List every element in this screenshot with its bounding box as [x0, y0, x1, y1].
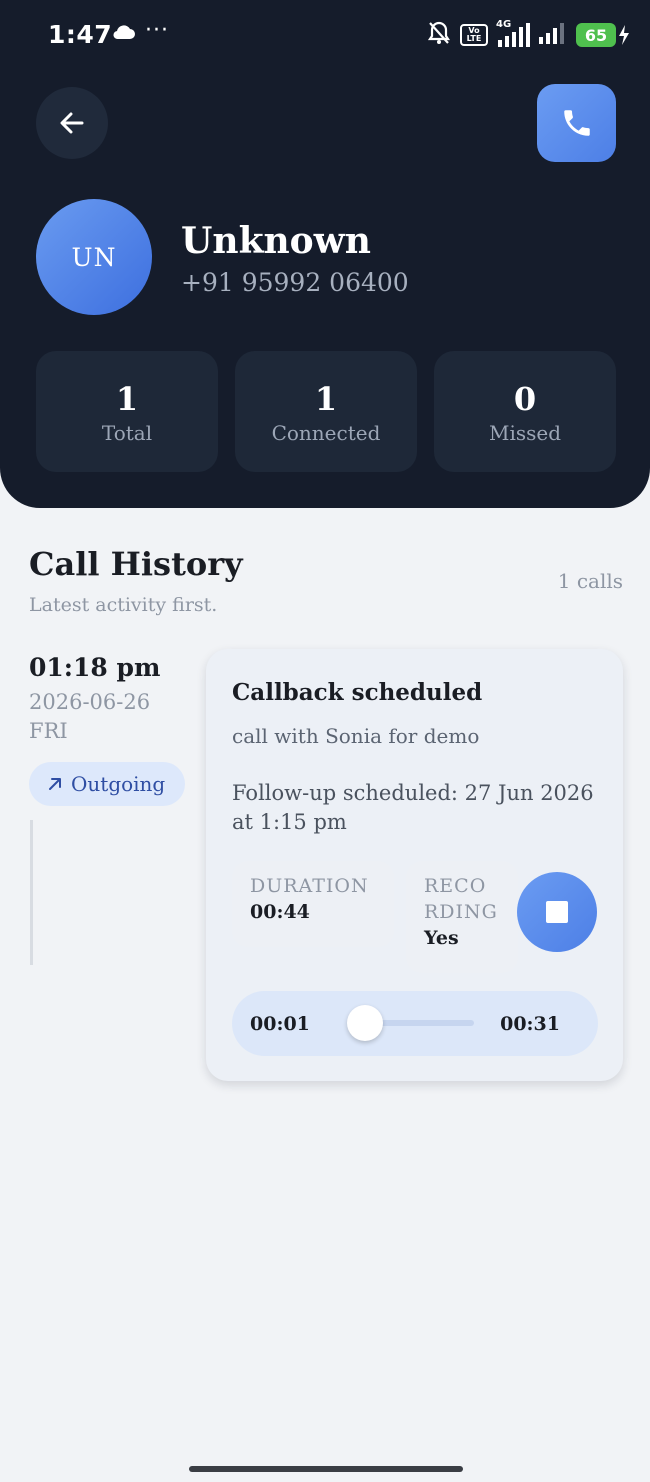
stat-missed: 0 Missed [434, 351, 616, 472]
status-bar: 1:47 ··· Vo LTE 4G 65 [0, 0, 650, 70]
battery-icon: 65 [576, 23, 630, 47]
direction-badge: Outgoing [29, 762, 185, 806]
followup-text: Follow-up scheduled: 27 Jun 2026 at 1:15… [232, 781, 594, 834]
recording-label-line1: RECO [424, 875, 487, 897]
timeline-line [30, 820, 33, 965]
stop-icon [546, 901, 568, 923]
player-current-time: 00:01 [250, 1013, 310, 1035]
audio-player: 00:01 00:31 [232, 991, 598, 1056]
stat-label: Connected [271, 421, 381, 445]
arrow-up-right-icon [49, 778, 61, 790]
call-button[interactable] [537, 84, 616, 162]
seek-thumb[interactable] [347, 1005, 384, 1041]
entry-day: FRI [29, 719, 68, 743]
direction-label: Outgoing [71, 772, 166, 796]
status-icons: Vo LTE 4G 65 [426, 19, 630, 50]
entry-date: 2026-06-26 [29, 690, 151, 714]
stat-value: 1 [115, 380, 139, 418]
stop-button[interactable] [517, 872, 597, 952]
volte-bottom: LTE [466, 34, 482, 43]
status-time: 1:47 [48, 20, 113, 49]
phone-icon [563, 110, 590, 136]
stat-label: Missed [488, 421, 562, 445]
stat-value: 0 [513, 380, 537, 418]
player-total-time: 00:31 [500, 1013, 560, 1035]
contact-name: Unknown [181, 220, 371, 262]
battery-level: 65 [576, 23, 616, 47]
contact-phone: +91 95992 06400 [181, 268, 409, 297]
more-notifications-icon: ··· [145, 18, 169, 43]
card-title: Callback scheduled [232, 679, 483, 706]
call-count: 1 calls [557, 569, 623, 593]
recording-label-line2: RDING [424, 901, 498, 923]
recording-tile: RECO RDING Yes [406, 861, 518, 973]
section-title: Call History [29, 545, 243, 583]
duration-label: DURATION [250, 875, 369, 897]
stat-connected: 1 Connected [235, 351, 417, 472]
arrow-left-icon [60, 112, 84, 134]
duration-value: 00:44 [250, 901, 310, 923]
signal-4g-icon: 4G [496, 19, 530, 48]
duration-tile: DURATION 00:44 [232, 861, 394, 947]
stat-label: Total [101, 421, 153, 445]
contact-header: 1:47 ··· Vo LTE 4G 65 UN Unknown +91 959… [0, 0, 650, 508]
avatar: UN [36, 199, 152, 315]
stat-total: 1 Total [36, 351, 218, 472]
cloud-icon [112, 24, 136, 44]
stat-value: 1 [314, 380, 338, 418]
back-button[interactable] [36, 87, 108, 159]
call-card[interactable]: Callback scheduled call with Sonia for d… [206, 649, 623, 1081]
mute-icon [426, 20, 452, 50]
volte-icon: Vo LTE [460, 24, 488, 46]
card-note: call with Sonia for demo [232, 724, 480, 748]
signal-icon [538, 21, 568, 49]
recording-value: Yes [424, 927, 459, 949]
home-indicator[interactable] [189, 1466, 463, 1472]
section-subtitle: Latest activity first. [29, 594, 218, 616]
entry-time: 01:18 pm [29, 653, 161, 682]
